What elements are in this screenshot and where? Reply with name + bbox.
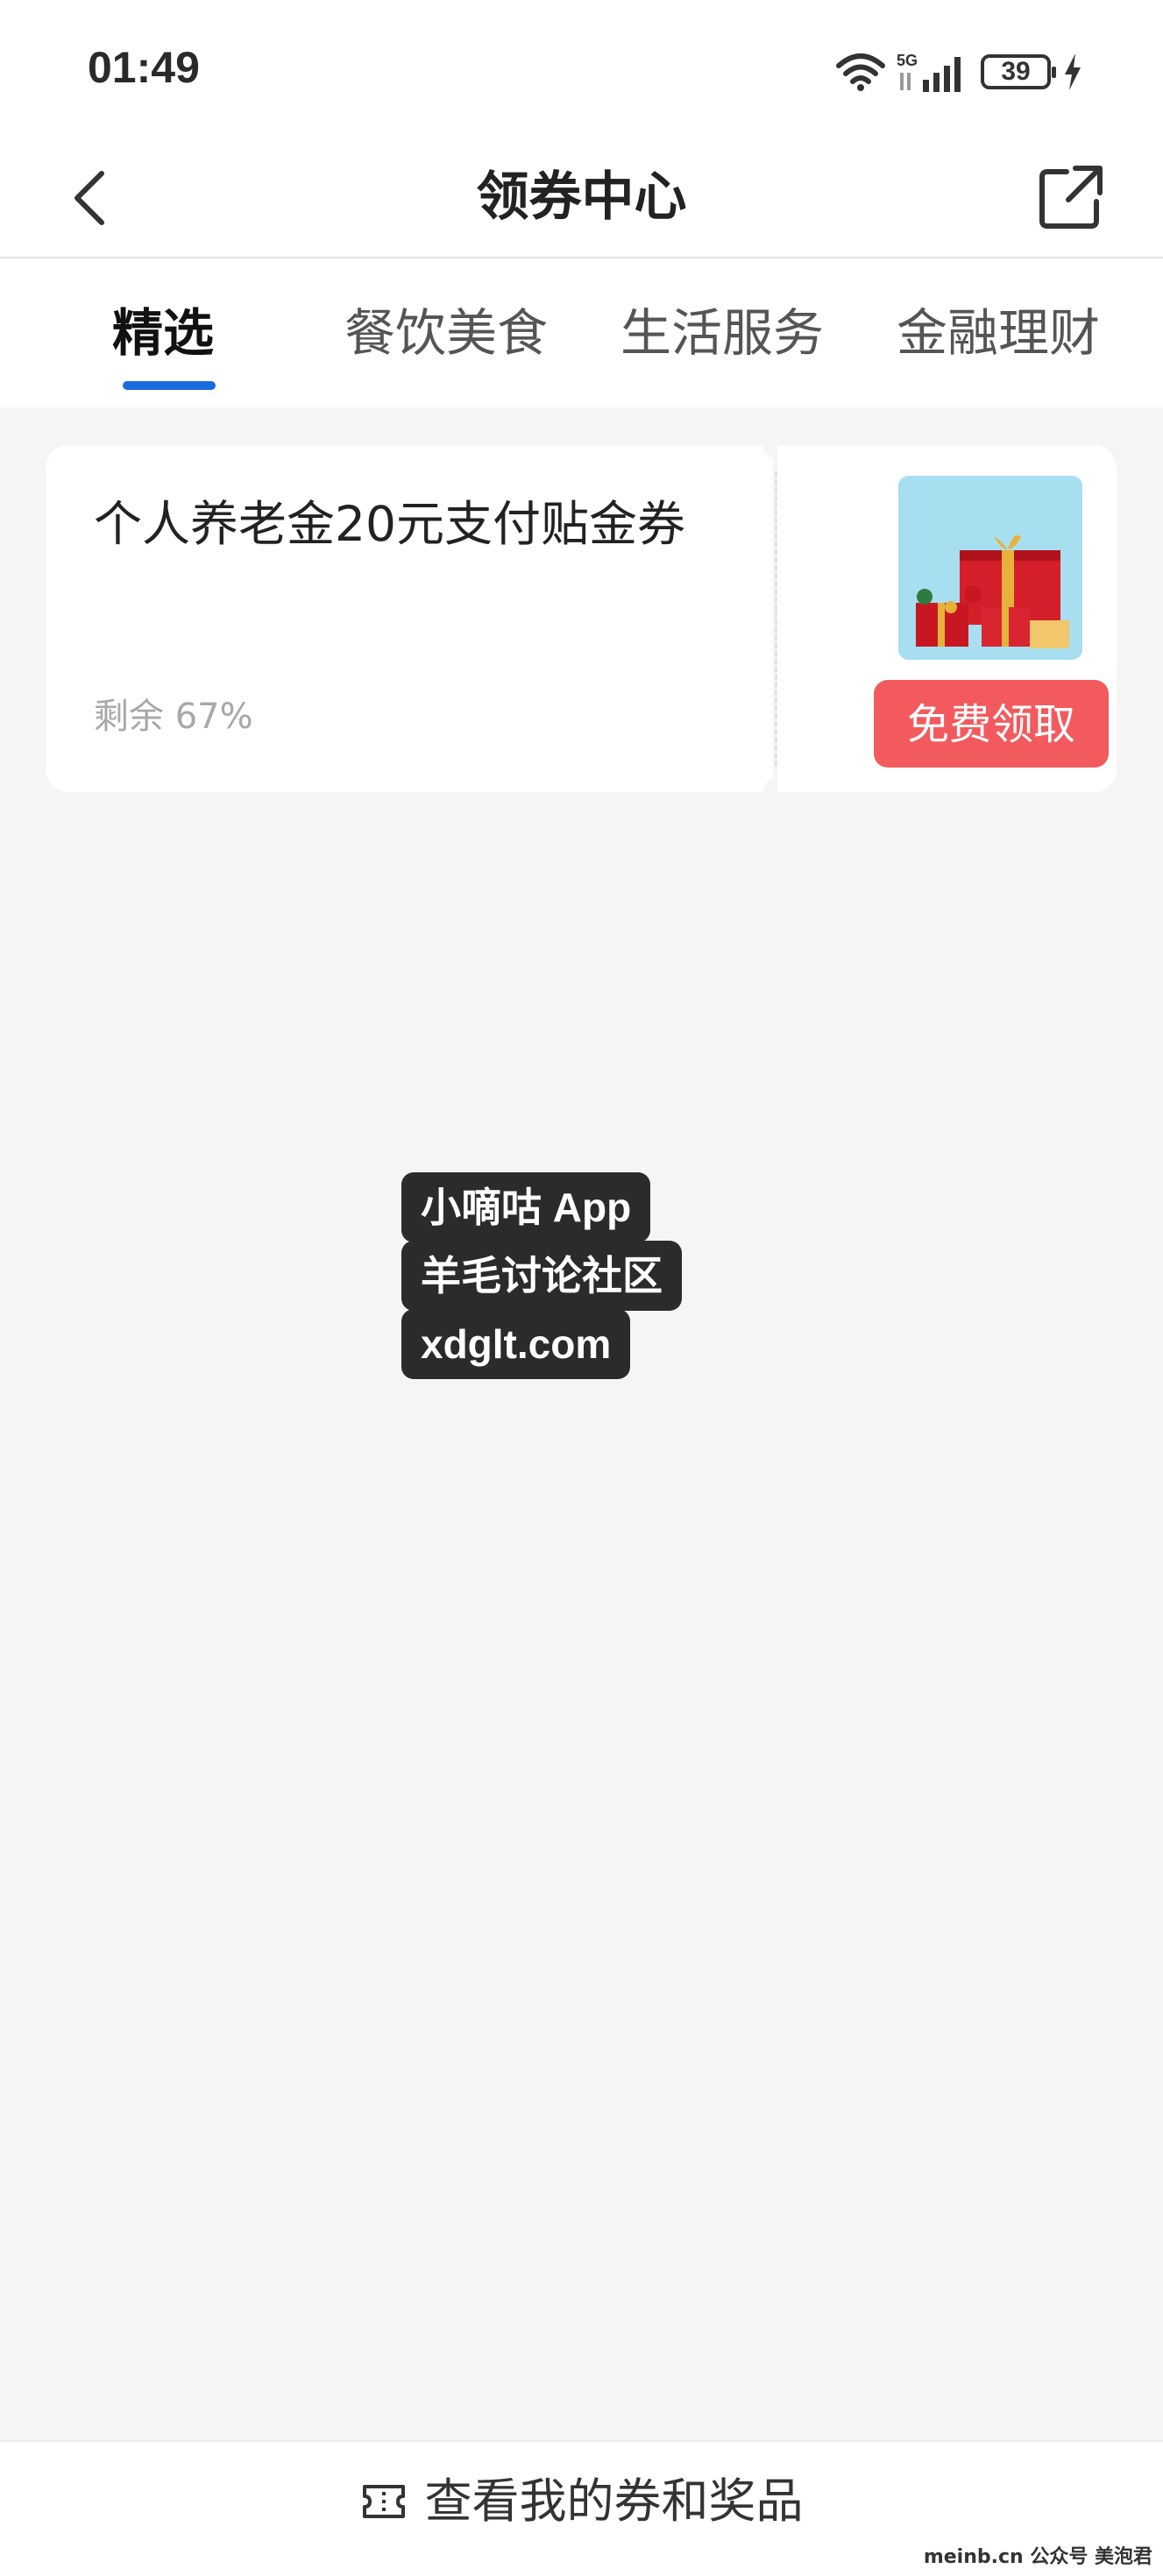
my-coupons-link[interactable]: 查看我的券和奖品	[0, 2466, 1163, 2537]
charging-icon	[1065, 53, 1081, 90]
status-time: 01:49	[88, 43, 200, 92]
network-type-label: 5G	[897, 52, 918, 69]
my-coupons-label: 查看我的券和奖品	[424, 2473, 804, 2529]
coupon-title: 个人养老金20元支付贴金券	[94, 496, 685, 552]
tab-featured[interactable]: 精选	[112, 298, 214, 368]
watermark-line-2: 羊毛讨论社区	[401, 1241, 682, 1311]
wifi-icon	[836, 53, 885, 91]
battery-level: 39	[1001, 57, 1031, 86]
status-bar: 01:49 5G 39	[0, 0, 1163, 140]
ticket-icon	[362, 2485, 405, 2518]
coupon-info: 个人养老金20元支付贴金券 剩余 67%	[46, 445, 773, 792]
battery-icon: 39	[981, 54, 1056, 89]
status-icons: 5G 39	[835, 46, 1084, 98]
tab-finance[interactable]: 金融理财	[897, 298, 1100, 368]
coupon-action: 免费领取	[777, 445, 1117, 792]
signal-icon: 5G	[897, 52, 961, 92]
corner-credit: meinb.cn 公众号 美泡君	[918, 2539, 1158, 2571]
tab-life-services[interactable]: 生活服务	[621, 298, 824, 368]
category-tabs: 精选 餐饮美食 生活服务 金融理财	[0, 258, 1163, 407]
watermark-line-3: xdglt.com	[401, 1309, 631, 1379]
watermark-line-1: 小嘀咕 App	[401, 1172, 651, 1242]
active-tab-indicator	[123, 381, 216, 390]
coupon-card[interactable]: 个人养老金20元支付贴金券 剩余 67% 免费领取	[46, 432, 1117, 805]
page-title: 领券中心	[476, 166, 687, 228]
share-icon[interactable]	[1033, 159, 1109, 235]
claim-free-button[interactable]: 免费领取	[874, 680, 1109, 768]
gift-box-image	[898, 476, 1082, 660]
tab-food-dining[interactable]: 餐饮美食	[344, 298, 548, 368]
nav-bar: 领券中心	[0, 140, 1163, 258]
coupon-remaining: 剩余 67%	[94, 697, 253, 737]
